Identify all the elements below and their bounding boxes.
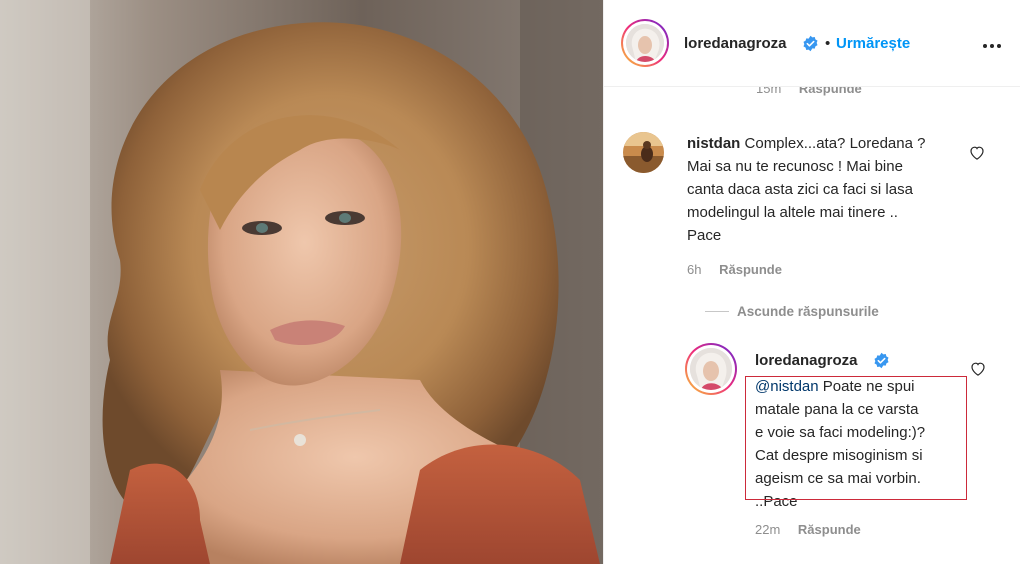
comment-line-5: Pace <box>687 227 722 244</box>
header-separator: • <box>825 35 831 52</box>
like-heart-icon[interactable] <box>970 361 986 381</box>
post-photo[interactable] <box>0 0 603 564</box>
comment-line-3: canta daca asta zici ca faci si lasa <box>687 181 913 198</box>
reply-author-username[interactable]: loredanagroza <box>755 352 858 369</box>
comments-list: 15m Răspunde nistdan Complex...ata? Lore… <box>604 87 1020 564</box>
portrait-image <box>0 0 603 564</box>
reply-line-1: Poate ne spui <box>822 378 915 395</box>
reply-button[interactable]: Răspunde <box>798 522 861 537</box>
reply-line-3: e voie sa faci modeling:)? <box>755 424 926 441</box>
reply-author-avatar[interactable] <box>685 343 737 395</box>
hide-replies-button[interactable]: Ascunde răspunsurile <box>737 304 879 319</box>
author-avatar[interactable] <box>621 19 669 67</box>
hide-replies-divider <box>705 311 729 312</box>
reply-body: @nistdan Poate ne spui matale pana la ce… <box>755 375 975 513</box>
comment-line-2: Mai sa nu te recunosc ! Mai bine <box>687 158 903 175</box>
comment-body: nistdan Complex...ata? Loredana ? Mai sa… <box>687 132 987 247</box>
reply-meta: 22m Răspunde <box>755 522 861 537</box>
reply-line-5: ageism ce sa mai vorbin. <box>755 470 921 487</box>
post-header: loredanagroza • Urmărește <box>604 0 1020 87</box>
verified-badge-icon <box>873 352 890 374</box>
commenter-username[interactable]: nistdan <box>687 135 740 152</box>
reply-line-2: matale pana la ce varsta <box>755 401 919 418</box>
post-author-username[interactable]: loredanagroza <box>684 35 787 52</box>
mention-link[interactable]: @nistdan <box>755 378 819 395</box>
comment-line-4: modelingul la altele mai tinere .. <box>687 204 898 221</box>
comment-time: 6h <box>687 262 702 277</box>
comment-meta-partial: 15m Răspunde <box>756 87 862 96</box>
comment-time: 15m <box>756 87 782 96</box>
reply-line-6: ..Pace <box>755 493 798 510</box>
comments-panel: loredanagroza • Urmărește 15m Răspunde n… <box>603 0 1020 564</box>
like-heart-icon[interactable] <box>969 145 985 165</box>
reply-time: 22m <box>755 522 781 537</box>
follow-button[interactable]: Urmărește <box>836 35 910 52</box>
reply-line-4: Cat despre misoginism si <box>755 447 923 464</box>
avatar-image <box>690 348 732 390</box>
more-horizontal-icon[interactable] <box>982 36 1002 54</box>
reply-button[interactable]: Răspunde <box>719 262 782 277</box>
comment-meta: 6h Răspunde <box>687 262 782 277</box>
avatar-image <box>626 24 664 62</box>
commenter-avatar[interactable] <box>623 132 664 173</box>
comment-line-1: Complex...ata? Loredana ? <box>744 135 926 152</box>
reply-button[interactable]: Răspunde <box>799 87 862 96</box>
verified-badge-icon <box>802 35 819 57</box>
